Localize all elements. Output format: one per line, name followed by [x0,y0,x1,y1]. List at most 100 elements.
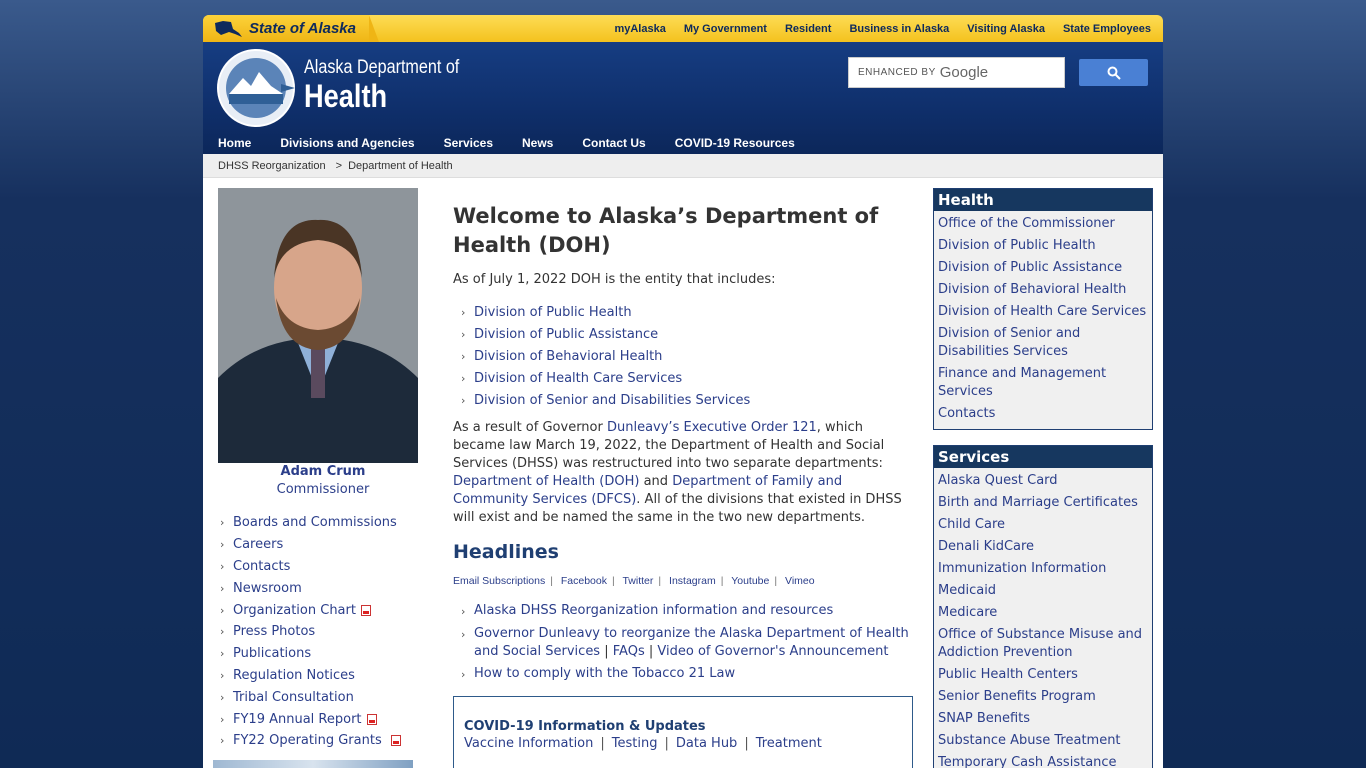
nav-services[interactable]: Services [444,136,493,150]
link-executive-order[interactable]: Dunleavy’s Executive Order 121 [607,420,817,435]
health-link-behavioral-health[interactable]: Division of Behavioral Health [938,279,1148,301]
commissioner-title: Commissioner [276,482,370,497]
alaska-map-icon [215,20,242,37]
covid-title: COVID-19 Information & Updates [464,719,706,734]
link-tribal-consultation[interactable]: Tribal Consultation [233,690,354,705]
nav-news[interactable]: News [522,136,553,150]
separator: | [774,575,778,587]
link-newsroom[interactable]: Newsroom [233,581,302,596]
health-link-health-care-services[interactable]: Division of Health Care Services [938,301,1148,323]
toplink-resident[interactable]: Resident [785,23,831,35]
link-publications[interactable]: Publications [233,646,311,661]
link-doh[interactable]: Department of Health (DOH) [453,474,639,489]
services-links: Alaska Quest Card Birth and Marriage Cer… [934,468,1152,768]
service-link-senior-benefits[interactable]: Senior Benefits Program [938,686,1148,708]
link-treatment[interactable]: Treatment [756,736,822,751]
link-division-senior-disabilities[interactable]: Division of Senior and Disabilities Serv… [474,393,750,408]
service-link-quest-card[interactable]: Alaska Quest Card [938,470,1148,492]
link-vimeo[interactable]: Vimeo [785,575,815,587]
state-of-alaska-link[interactable]: State of Alaska [203,15,379,42]
top-links: myAlaska My Government Resident Business… [614,15,1151,42]
chevron-right-icon: › [220,734,225,748]
service-link-snap[interactable]: SNAP Benefits [938,708,1148,730]
headline-text: Governor Dunleavy to reorganize the Alas… [474,625,913,661]
link-governor-video[interactable]: Video of Governor's Announcement [657,644,888,659]
department-seal[interactable] [215,48,297,128]
service-link-child-care[interactable]: Child Care [938,514,1148,536]
social-links: Email Subscriptions | Facebook | Twitter | … [453,575,815,587]
health-link-public-assistance[interactable]: Division of Public Assistance [938,257,1148,279]
link-data-hub[interactable]: Data Hub [676,736,737,751]
services-box-title: Services [934,446,1152,468]
list-item: › Alaska DHSS Reorganization information … [461,602,913,621]
health-link-commissioner[interactable]: Office of the Commissioner [938,213,1148,235]
chevron-right-icon: › [220,603,225,617]
link-youtube[interactable]: Youtube [731,575,769,587]
link-tobacco-21[interactable]: How to comply with the Tobacco 21 Law [474,665,735,684]
link-careers[interactable]: Careers [233,537,283,552]
search-button[interactable] [1079,59,1148,86]
link-instagram[interactable]: Instagram [669,575,716,587]
toplink-visiting[interactable]: Visiting Alaska [967,23,1045,35]
health-link-senior-disabilities[interactable]: Division of Senior and Disabilities Serv… [938,323,1148,363]
separator: | [658,575,662,587]
link-faqs[interactable]: FAQs [613,644,645,659]
link-regulation-notices[interactable]: Regulation Notices [233,668,355,683]
promo-image[interactable] [213,760,413,768]
list-item: › Contacts [220,556,401,578]
list-item: › FY19 Annual Report [220,708,401,730]
link-reorg-info[interactable]: Alaska DHSS Reorganization information a… [474,602,833,621]
link-twitter[interactable]: Twitter [622,575,653,587]
search-icon [1107,66,1121,80]
chevron-right-icon: › [461,628,466,641]
service-link-medicare[interactable]: Medicare [938,602,1148,624]
left-links: › Boards and Commissions › Careers › Contac… [220,512,401,752]
service-link-temporary-cash[interactable]: Temporary Cash Assistance [938,752,1148,768]
link-organization-chart[interactable]: Organization Chart [233,603,356,618]
service-link-substance-misuse[interactable]: Office of Substance Misuse and Addiction… [938,624,1148,664]
link-division-behavioral-health[interactable]: Division of Behavioral Health [474,349,662,364]
link-facebook[interactable]: Facebook [561,575,607,587]
toplink-business[interactable]: Business in Alaska [849,23,949,35]
service-link-public-health-centers[interactable]: Public Health Centers [938,664,1148,686]
toplink-state-employees[interactable]: State Employees [1063,23,1151,35]
health-link-finance-management[interactable]: Finance and Management Services [938,363,1148,403]
link-boards-commissions[interactable]: Boards and Commissions [233,515,397,530]
service-link-immunization[interactable]: Immunization Information [938,558,1148,580]
link-fy22-operating-grants[interactable]: FY22 Operating Grants [233,733,382,748]
nav-home[interactable]: Home [218,136,251,150]
service-link-birth-marriage[interactable]: Birth and Marriage Certificates [938,492,1148,514]
toplink-my-government[interactable]: My Government [684,23,767,35]
nav-contact-us[interactable]: Contact Us [582,136,645,150]
reorganization-paragraph: As a result of Governor Dunleavy’s Execu… [453,419,913,527]
service-link-substance-abuse-treatment[interactable]: Substance Abuse Treatment [938,730,1148,752]
nav-divisions-agencies[interactable]: Divisions and Agencies [280,136,414,150]
search-placeholder: ENHANCED BY [858,67,936,78]
department-name-line2: Health [304,78,388,114]
link-division-health-care-services[interactable]: Division of Health Care Services [474,371,682,386]
link-press-photos[interactable]: Press Photos [233,624,315,639]
link-division-public-health[interactable]: Division of Public Health [474,305,632,320]
link-testing[interactable]: Testing [612,736,658,751]
link-fy19-annual-report[interactable]: FY19 Annual Report [233,712,362,727]
page-title: Welcome to Alaska’s Department of Health… [453,204,879,257]
separator: | [744,736,749,751]
link-division-public-assistance[interactable]: Division of Public Assistance [474,327,658,342]
separator: | [648,644,654,659]
list-item: › Tribal Consultation [220,686,401,708]
toplink-myalaska[interactable]: myAlaska [614,23,665,35]
link-email-subscriptions[interactable]: Email Subscriptions [453,575,545,587]
covid-links: Vaccine Information | Testing | Data Hub | Tre… [464,736,902,751]
nav-covid-resources[interactable]: COVID-19 Resources [675,136,795,150]
breadcrumb-dhss-reorg[interactable]: DHSS Reorganization [218,160,326,172]
health-link-contacts[interactable]: Contacts [938,403,1148,425]
search-input[interactable]: ENHANCED BY Google [848,57,1065,88]
health-links: Office of the Commissioner Division of P… [934,211,1152,429]
health-link-public-health[interactable]: Division of Public Health [938,235,1148,257]
list-item: › Division of Health Care Services [461,367,750,389]
service-link-medicaid[interactable]: Medicaid [938,580,1148,602]
service-link-denali-kidcare[interactable]: Denali KidCare [938,536,1148,558]
link-vaccine-info[interactable]: Vaccine Information [464,736,593,751]
commissioner-name[interactable]: Adam Crum [218,464,428,479]
link-contacts[interactable]: Contacts [233,559,290,574]
